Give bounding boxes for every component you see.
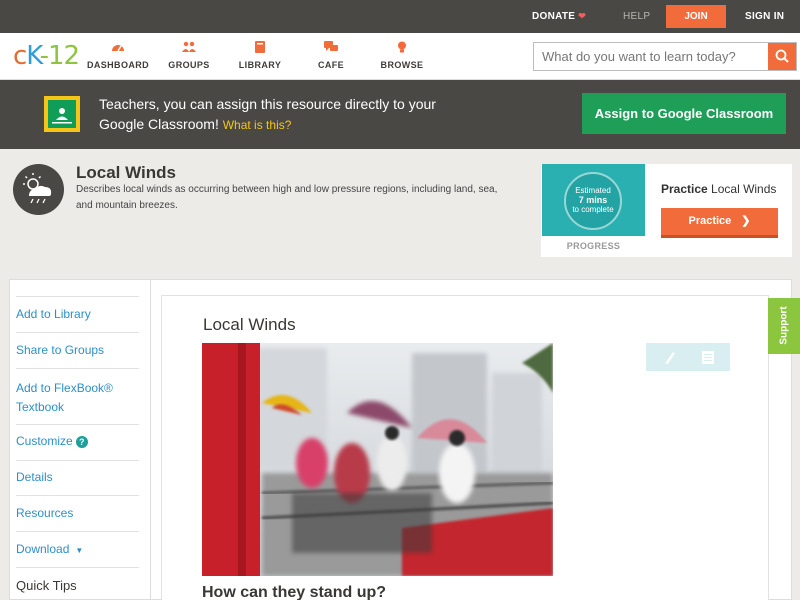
logo-num: 12 bbox=[48, 41, 80, 71]
nav-dashboard[interactable]: DASHBOARD bbox=[78, 41, 158, 70]
sidebar-item-details[interactable]: Details bbox=[16, 470, 139, 484]
main-navigation: cK-12 DASHBOARD GROUPS LIBRARY CAFE BROW… bbox=[0, 33, 800, 80]
google-classroom-icon bbox=[44, 96, 80, 132]
help-link[interactable]: HELP bbox=[623, 11, 650, 22]
ck12-logo[interactable]: cK-12 bbox=[13, 41, 80, 71]
sidebar-divider bbox=[16, 368, 139, 369]
support-label: Support bbox=[778, 306, 790, 345]
logo-c: c bbox=[13, 41, 27, 71]
logo-dash: - bbox=[39, 41, 49, 71]
dashboard-icon bbox=[112, 45, 124, 52]
sidebar-item-download[interactable]: Download ▼ bbox=[16, 542, 139, 556]
pencil-icon[interactable] bbox=[665, 352, 676, 364]
browse-icon bbox=[398, 41, 406, 53]
sidebar-separator bbox=[150, 279, 151, 600]
google-classroom-banner: Teachers, you can assign this resource d… bbox=[0, 80, 800, 149]
sidebar-divider bbox=[16, 296, 139, 297]
content-title: Local Winds bbox=[203, 315, 296, 334]
sidebar-divider bbox=[16, 531, 139, 532]
search-input[interactable] bbox=[534, 43, 768, 70]
chevron-right-icon: ❯ bbox=[741, 215, 751, 227]
nav-cafe[interactable]: CAFE bbox=[291, 41, 371, 70]
sidebar-item-add-to-flexbook[interactable]: Add to FlexBook® Textbook bbox=[16, 379, 126, 417]
logo-k: K bbox=[26, 41, 40, 71]
nav-groups[interactable]: GROUPS bbox=[149, 41, 229, 70]
nav-dashboard-label: DASHBOARD bbox=[86, 60, 150, 70]
practice-button[interactable]: Practice ❯ bbox=[661, 208, 778, 238]
library-icon bbox=[255, 41, 265, 53]
caret-down-icon: ▼ bbox=[75, 546, 84, 555]
progress-widget: Estimated 7 mins to complete bbox=[542, 164, 645, 236]
assign-to-google-classroom-button[interactable]: Assign to Google Classroom bbox=[582, 93, 786, 134]
nav-library-label: LIBRARY bbox=[238, 60, 282, 70]
estimated-mins: 7 mins bbox=[578, 195, 608, 205]
sidebar-divider bbox=[16, 567, 139, 568]
search-box bbox=[533, 42, 797, 71]
practice-title-bold: Practice bbox=[661, 182, 708, 196]
groups-icon bbox=[182, 41, 196, 52]
nav-groups-label: GROUPS bbox=[168, 60, 210, 70]
help-icon[interactable]: ? bbox=[75, 436, 88, 448]
customize-label: Customize bbox=[16, 434, 73, 448]
content-subtitle: How can they stand up? bbox=[202, 584, 387, 600]
sidebar-item-resources[interactable]: Resources bbox=[16, 506, 139, 520]
to-complete-label: to complete bbox=[572, 205, 614, 214]
estimated-label: Estimated bbox=[575, 186, 611, 195]
top-utility-bar: DONATE ❤ HELP JOIN SIGN IN bbox=[0, 0, 800, 33]
practice-button-label: Practice bbox=[688, 215, 732, 227]
sidebar-divider bbox=[16, 332, 139, 333]
sidebar-item-quick-tips[interactable]: Quick Tips bbox=[16, 578, 139, 593]
practice-card: Estimated 7 mins to complete PROGRESS Pr… bbox=[541, 164, 792, 257]
what-is-this-link[interactable]: What is this? bbox=[223, 118, 292, 132]
sidebar-divider bbox=[16, 424, 139, 425]
sidebar-divider bbox=[16, 495, 139, 496]
concept-description: Describes local winds as occurring betwe… bbox=[76, 184, 498, 211]
nav-browse[interactable]: BROWSE bbox=[362, 41, 442, 70]
content-photo bbox=[202, 343, 553, 576]
progress-label: PROGRESS bbox=[566, 241, 621, 251]
weather-icon bbox=[13, 164, 64, 215]
donate-link[interactable]: DONATE ❤ bbox=[532, 11, 586, 22]
sidebar-item-add-to-library[interactable]: Add to Library bbox=[16, 307, 139, 321]
banner-message: Teachers, you can assign this resource d… bbox=[99, 94, 479, 135]
sidebar-item-customize[interactable]: Customize? bbox=[16, 434, 139, 448]
sign-in-link[interactable]: SIGN IN bbox=[745, 11, 784, 22]
donate-label: DONATE bbox=[532, 11, 576, 22]
nav-cafe-label: CAFE bbox=[317, 60, 345, 70]
sidebar-item-share-to-groups[interactable]: Share to Groups bbox=[16, 343, 139, 357]
practice-title-rest: Local Winds bbox=[711, 182, 777, 196]
notes-icon[interactable] bbox=[702, 351, 714, 364]
cafe-icon bbox=[324, 41, 338, 51]
content-tools bbox=[646, 343, 730, 371]
sidebar-divider bbox=[16, 460, 139, 461]
join-button[interactable]: JOIN bbox=[666, 5, 726, 28]
nav-browse-label: BROWSE bbox=[380, 60, 424, 70]
practice-title: Practice Local Winds bbox=[661, 182, 776, 196]
download-label: Download bbox=[16, 542, 70, 556]
concept-title: Local Winds bbox=[76, 163, 176, 182]
search-icon bbox=[775, 49, 789, 63]
progress-circle: Estimated 7 mins to complete bbox=[564, 172, 622, 230]
heart-icon: ❤ bbox=[578, 11, 587, 21]
nav-library[interactable]: LIBRARY bbox=[220, 41, 300, 70]
search-button[interactable] bbox=[768, 43, 796, 70]
